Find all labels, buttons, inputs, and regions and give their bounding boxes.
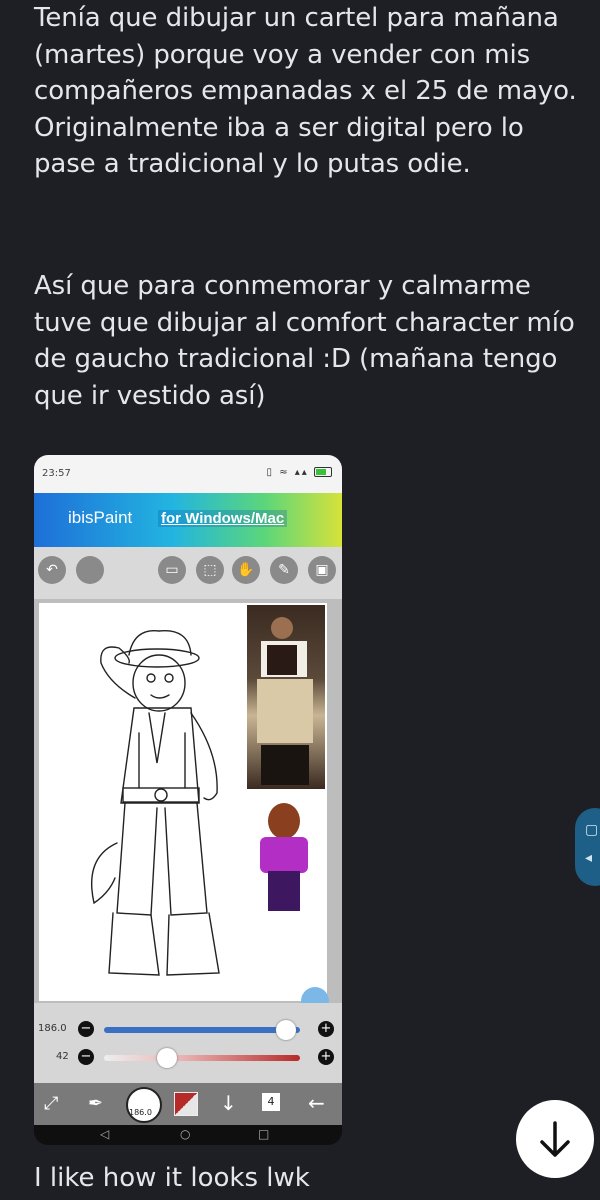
plus-icon: + [318,1021,334,1037]
undo-icon: ↶ [38,556,66,584]
canvas-area [34,599,342,1015]
brush-size-track [104,1027,300,1033]
minus-icon: − [78,1021,94,1037]
back-arrow-icon: ← [308,1091,325,1115]
image-icon: ▣ [308,556,336,584]
image-caption: I like how it looks lwk [34,1163,310,1193]
drawing-canvas [39,603,329,1015]
opacity-label: 42 [56,1051,69,1062]
down-arrow-icon: ↓ [220,1091,237,1115]
paint-toolbar: ↶ ▭ ⬚ ✋ ✎ ▣ [34,547,342,599]
hand-icon: ✋ [232,556,260,584]
transform-icon: ⤢ [44,1093,59,1114]
pencil-icon: ✎ [270,556,298,584]
window-icon: ▢ [585,822,599,838]
brush-preview: 186.0 [126,1087,162,1123]
layer-toggle-icon: ▭ [158,556,186,584]
floating-edge-widget[interactable]: ▢ ◂ [575,808,600,886]
attached-screenshot[interactable]: 23:57 ▯ ≈ ▴▴ ibisPaint for Windows/Mac ↶… [34,455,342,1145]
arrow-down-icon [540,1121,570,1157]
message-paragraph-1: Tenía que dibujar un cartel para mañana … [34,3,577,179]
nav-recents-icon: □ [258,1127,270,1141]
brush-size-knob [276,1020,297,1040]
banner-link: for Windows/Mac [158,510,288,527]
banner-brand: ibisPaint [68,508,133,527]
color-swatch [174,1092,198,1116]
ibispaint-banner: ibisPaint for Windows/Mac [34,493,342,547]
plus-icon: + [318,1049,334,1065]
brush-sliders: 186.0 − + 42 − + [34,1003,342,1083]
selection-icon: ⬚ [196,556,224,584]
brush-preview-text: 186.0 [129,1108,152,1117]
brush-icon: ✒ [88,1093,104,1114]
battery-icon [314,467,332,477]
brush-size-label: 186.0 [38,1023,67,1034]
bottom-tools: ⤢ ✒ 186.0 ↓ 4 ← [34,1083,342,1125]
android-nav-bar: ◁ ○ □ [34,1125,342,1145]
status-time: 23:57 [42,468,71,479]
character-reference [254,803,314,913]
status-icons: ▯ ≈ ▴▴ [267,467,332,478]
message-paragraph-2: Así que para conmemorar y calmarme tuve … [34,271,575,411]
minus-icon: − [78,1049,94,1065]
opacity-knob [156,1048,177,1068]
nav-back-icon: ◁ [100,1127,110,1141]
opacity-track [104,1055,300,1061]
reference-photo [247,605,325,789]
layers-button: 4 [262,1093,280,1111]
speaker-icon: ◂ [585,850,593,866]
redo-icon [76,556,104,584]
scroll-down-button[interactable] [516,1100,594,1178]
nav-home-icon: ○ [180,1127,191,1141]
phone-status-bar: 23:57 ▯ ≈ ▴▴ [34,455,342,493]
